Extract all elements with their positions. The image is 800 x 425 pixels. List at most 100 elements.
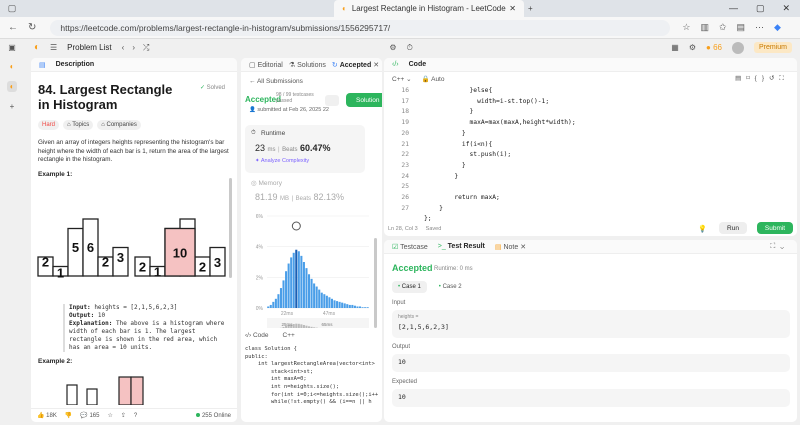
tab-title: Largest Rectangle in Histogram - LeetCod… <box>351 4 506 13</box>
line-number: 27 <box>401 204 409 212</box>
minimize-icon[interactable]: — <box>729 3 738 14</box>
memory-beats: 82.13% <box>313 192 345 202</box>
ex2-bar-red <box>130 375 144 405</box>
example-2-histogram <box>66 375 144 405</box>
auto-mode[interactable]: 🔒 Auto <box>422 75 445 83</box>
run-button[interactable]: Run <box>719 222 747 234</box>
scrollbar[interactable] <box>229 178 232 278</box>
editor-code-line: maxA=max(maxA,height*width); <box>424 119 576 127</box>
share-icon[interactable]: ⇪ <box>121 412 126 419</box>
leetcode-logo-icon[interactable]: ◐ <box>34 42 50 53</box>
like-button[interactable]: 👍 18K <box>37 412 57 419</box>
close-window-icon[interactable]: ✕ <box>782 3 790 14</box>
companies-tag[interactable]: ⌂ Companies <box>97 120 141 130</box>
difficulty-tag[interactable]: Hard <box>38 120 60 130</box>
chart-bar <box>310 278 313 308</box>
runtime-value: 23 ms | Beats 60.47% <box>255 143 331 153</box>
sidebar-tabs-icon[interactable]: ▣ <box>8 43 16 52</box>
new-tab-icon[interactable]: + <box>528 4 533 13</box>
editor-button[interactable] <box>325 95 339 106</box>
maximize-icon[interactable]: ▢ <box>756 3 765 14</box>
clock-icon: ↻ <box>331 61 338 69</box>
shuffle-icon[interactable]: ⤮ <box>143 43 149 53</box>
tab-actions-icon[interactable]: ▢ <box>0 0 24 17</box>
chart-bar <box>343 303 346 308</box>
analyze-label: Analyze Complexity <box>260 158 310 164</box>
output-value: 10 <box>398 358 406 366</box>
memory-label[interactable]: ◎ Memory <box>251 179 282 187</box>
reload-icon[interactable]: ↻ <box>28 22 36 33</box>
editor-code-line: }else{ <box>424 87 493 94</box>
star-icon[interactable]: ☆ <box>107 412 112 419</box>
browser-tab[interactable]: ◐ Largest Rectangle in Histogram - LeetC… <box>334 0 524 17</box>
leetcode-favicon-icon: ◐ <box>342 4 347 13</box>
line-number: 20 <box>401 129 409 137</box>
code-lines[interactable]: }else{ width=i-st.top()-1; } maxA=max(ma… <box>424 86 576 225</box>
browser-titlebar: ▢ ◐ Largest Rectangle in Histogram - Lee… <box>0 0 800 17</box>
close-tab-icon[interactable]: ✕ <box>373 62 379 69</box>
tab-test-result[interactable]: >_ Test Result <box>438 243 485 250</box>
chart-overview-bar <box>300 324 303 328</box>
menu-icon[interactable]: ⋯ <box>755 22 764 33</box>
submit-button[interactable]: Submit <box>757 222 793 234</box>
comments-button[interactable]: 💬 165 <box>80 412 99 419</box>
histogram-bar-label: 1 <box>57 265 64 280</box>
auto-mode-label: Auto <box>431 75 445 83</box>
list-icon[interactable]: ☰ <box>50 43 57 52</box>
editor-tools-icon[interactable]: ▤⌑{}↺⛶ <box>735 74 797 83</box>
sidebar-add-icon[interactable]: + <box>10 102 15 111</box>
debug-icon[interactable]: ⚙ <box>389 43 396 53</box>
panel-controls-icon[interactable]: ⛶⌄ <box>770 243 797 251</box>
next-problem-icon[interactable]: › <box>132 43 135 53</box>
back-icon[interactable]: ← <box>8 22 18 33</box>
chart-bar <box>302 262 305 308</box>
all-submissions-link[interactable]: ← All Submissions <box>249 78 382 85</box>
premium-button[interactable]: Premium <box>753 42 792 53</box>
collections-icon[interactable]: ▤ <box>737 22 746 33</box>
problem-list-link[interactable]: Problem List <box>67 43 111 52</box>
chart-bar <box>330 298 333 308</box>
chart-y-tick: 0% <box>256 306 264 312</box>
tab-editorial[interactable]: ▢ Editorial <box>249 61 283 69</box>
prev-problem-icon[interactable]: ‹ <box>122 43 125 53</box>
histogram-bar-label: 3 <box>214 254 221 269</box>
runtime-distribution-chart[interactable]: 6% 4% 2% 0% 22ms 47ms 25ms 65ms <box>241 208 382 328</box>
case-1-tab[interactable]: • Case 1 <box>392 281 427 293</box>
memory-label-text: Memory <box>258 180 282 187</box>
tab-note[interactable]: ▤ Note ✕ <box>495 243 526 251</box>
tab-testcase[interactable]: ☑ Testcase <box>392 243 428 251</box>
favorite-icon[interactable]: ☆ <box>682 22 690 33</box>
bulb-icon[interactable]: 💡 <box>698 225 707 233</box>
copilot-icon[interactable]: ◆ <box>774 22 781 33</box>
dislike-icon[interactable]: 👎 <box>65 412 72 419</box>
testcases-passed: 98 / 99 testcases passed <box>276 92 314 104</box>
language-select[interactable]: C++ ⌄ <box>392 75 412 83</box>
split-icon[interactable]: ▥ <box>700 22 709 33</box>
tab-solutions[interactable]: ⚗ Solutions <box>289 61 326 69</box>
code-line: for(int i=0;i<=heights.size();i++ <box>245 391 379 398</box>
sidebar-leetcode-icon[interactable]: ◐ <box>10 62 15 71</box>
topics-tag[interactable]: ⌂ Topics <box>63 120 94 130</box>
sidebar-leetcode-active-icon[interactable]: ◐ <box>6 81 18 92</box>
case-2-tab[interactable]: • Case 2 <box>432 281 468 293</box>
tab-description[interactable]: Description <box>56 61 95 68</box>
example-1-label: Example 1: <box>38 170 73 178</box>
description-footer: 👍 18K 👎 💬 165 ☆ ⇪ ? 255 Online <box>31 408 237 422</box>
analyze-complexity-link[interactable]: ✦ Analyze Complexity <box>255 158 309 164</box>
submission-header: ▢ Editorial ⚗ Solutions ↻ Accepted ✕ <box>241 58 382 72</box>
solution-button[interactable]: Solution <box>346 93 382 107</box>
layout-icon[interactable]: ▦ <box>671 43 679 52</box>
runtime-card[interactable]: ⏱ Runtime 23 ms | Beats 60.47% ✦ Analyze… <box>245 125 365 173</box>
favorites-icon[interactable]: ✩ <box>719 22 727 33</box>
settings-icon[interactable]: ⚙ <box>689 43 696 52</box>
timer-icon[interactable]: ⏱ <box>407 43 413 53</box>
url-field[interactable]: https://leetcode.com/problems/largest-re… <box>50 19 671 36</box>
scrollbar[interactable] <box>374 238 377 328</box>
tab-accepted[interactable]: ↻ Accepted ✕ <box>332 61 379 69</box>
online-dot-icon <box>195 412 200 417</box>
help-icon[interactable]: ? <box>134 413 137 419</box>
avatar[interactable] <box>731 41 744 54</box>
coins-badge[interactable]: ● 66 <box>706 43 722 52</box>
chart-bar <box>333 300 336 308</box>
close-tab-icon[interactable]: ✕ <box>509 4 516 13</box>
